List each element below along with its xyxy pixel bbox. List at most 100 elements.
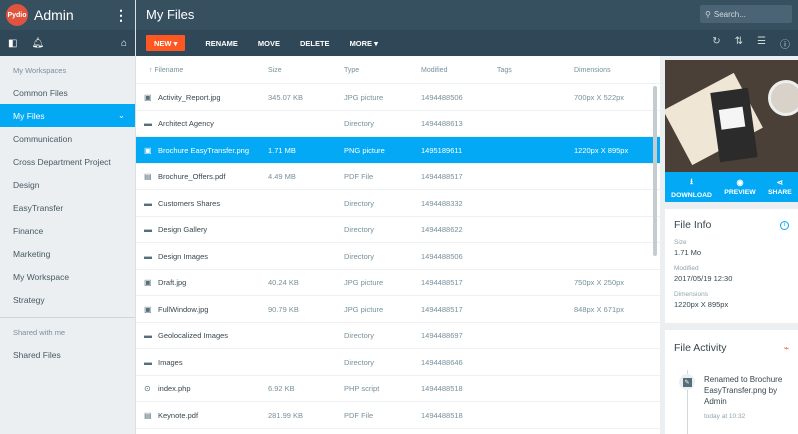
cell-type: Directory [344,198,375,208]
cell-type: JPG picture [344,92,384,102]
sidebar-item-my-workspace[interactable]: My Workspace [0,265,135,288]
pdf-file-icon: ▤ [144,172,152,181]
download-label: DOWNLOAD [671,191,712,199]
preview-button[interactable]: ◉ PREVIEW [724,178,755,196]
info-icon[interactable]: ⓘ [780,36,790,51]
table-row[interactable]: ▣ Draft.jpg 40.24 KB JPG picture 1494488517 7… [136,270,660,296]
table-row[interactable]: ▬ Architect Agency Directory 1494488613 [136,111,660,137]
folder-icon: ▬ [144,119,152,128]
table-row[interactable]: ▣ Brochure EasyTransfer.png 1.71 MB PNG pic… [136,137,660,164]
sidebar-item-label: EasyTransfer [13,202,64,213]
cell-type: PNG picture [344,145,385,155]
cell-filename: ▤ Brochure_Offers.pdf [144,164,225,190]
file-list: ↑ Filename Size Type Modified Tags Dimen… [136,56,660,434]
cell-modified: 1494488622 [421,225,463,234]
sidebar-item-shared-files[interactable]: Shared Files [0,343,135,366]
delete-button[interactable]: DELETE [300,39,330,48]
cell-type: Directory [344,357,375,367]
cell-modified: 1494488697 [421,331,463,340]
more-vert-icon[interactable]: ⋮ [113,7,129,24]
user-name[interactable]: Admin [34,7,113,23]
file-info-title-text: File Info [674,219,712,231]
cell-size: 345.07 KB [268,92,304,102]
activity-event-text: Renamed to Brochure EasyTransfer.png by … [704,375,783,406]
table-row[interactable]: ⊙ index.php 6.92 KB PHP script 1494488518 [136,376,660,402]
cell-filename: ⊙ index.php [144,376,191,402]
cell-modified: 1494488517 [421,172,463,181]
table-row[interactable]: ▤ Keynote.pdf 281.99 KB PDF File 1494488518 [136,402,660,429]
sidebar-item-strategy[interactable]: Strategy [0,288,135,311]
column-filename[interactable]: ↑ Filename [149,56,183,84]
activity-event-marker: ✎ [679,374,695,390]
list-view-icon[interactable]: ☰ [757,36,766,51]
cell-size: 40.24 KB [268,278,299,287]
view-tools: ↻ ⇅ ☰ ⓘ [712,36,790,51]
table-row[interactable]: ▬ Design Images Directory 1494488506 [136,243,660,270]
cell-modified: 1494488646 [421,357,463,367]
table-row[interactable]: ▣ Activity_Report.jpg 345.07 KB JPG picture… [136,84,660,111]
move-button[interactable]: MOVE [258,39,280,48]
filename-text: index.php [158,384,191,393]
sidebar-item-finance[interactable]: Finance [0,219,135,242]
filename-text: Architect Agency [158,119,214,128]
table-row[interactable]: ▣ FullWindow.jpg 90.79 KB JPG picture 149448… [136,296,660,323]
table-row[interactable]: ▬ Customers Shares Directory 1494488332 [136,190,660,217]
scrollbar[interactable] [653,86,657,256]
column-tags[interactable]: Tags [497,56,512,84]
bell-icon[interactable]: 🔔︎ [31,38,44,49]
sidebar-item-communication[interactable]: Communication [0,127,135,150]
rename-button[interactable]: RENAME [205,39,238,48]
column-filename-label: Filename [154,66,184,74]
sidebar-item-common-files[interactable]: Common Files [0,81,135,104]
share-icon: ⋖ [776,178,784,187]
preview-card: ⭳ DOWNLOAD ◉ PREVIEW ⋖ SHARE [665,60,798,202]
rename-icon: ✎ [682,377,692,387]
new-label: NEW [154,38,172,48]
home-icon[interactable]: ⌂ [121,38,127,49]
new-button[interactable]: NEW ▾ [146,35,186,51]
sidebar-item-design[interactable]: Design [0,173,135,196]
shared-header: Shared with me [13,328,66,337]
file-info-title: File Info i [674,219,789,231]
column-size[interactable]: Size [268,56,282,84]
file-preview-image[interactable] [665,60,798,172]
cell-modified: 1494488518 [421,384,463,393]
table-row[interactable]: ▬ Design Gallery Directory 1494488622 [136,217,660,243]
refresh-icon[interactable]: ↻ [712,36,720,51]
info-circle-icon[interactable]: i [780,220,789,230]
preview-actions: ⭳ DOWNLOAD ◉ PREVIEW ⋖ SHARE [665,172,798,202]
sidebar-item-my-files[interactable]: My Files ⌄ [0,104,135,127]
sort-icon[interactable]: ⇅ [735,36,743,51]
column-dimensions[interactable]: Dimensions [574,56,611,84]
download-button[interactable]: ⭳ DOWNLOAD [671,176,712,199]
modified-label: Modified [674,265,699,272]
sidebar-item-cross-department-project[interactable]: Cross Department Project [0,150,135,173]
activity-pulse-icon[interactable]: ⌁ [784,343,789,354]
sidebar-tools: ◧ 🔔︎ ⌂ [0,30,135,56]
search-input[interactable]: ⚲ Search... [700,5,792,23]
filename-text: Brochure_Offers.pdf [158,172,226,181]
sidebar-item-marketing[interactable]: Marketing [0,242,135,265]
table-row[interactable]: ▤ Brochure_Offers.pdf 4.49 MB PDF File 14944… [136,164,660,190]
more-button[interactable]: MORE ▾ [350,39,378,48]
share-button[interactable]: ⋖ SHARE [768,178,792,196]
cell-filename: ▤ Keynote.pdf [144,402,198,428]
filename-text: Keynote.pdf [158,410,199,420]
sidebar-item-label: Shared Files [13,349,61,360]
sidebar-item-easytransfer[interactable]: EasyTransfer [0,196,135,219]
chevron-down-icon[interactable]: ⌄ [118,110,125,121]
sidebar-toggle-icon[interactable]: ◧ [8,38,17,49]
cell-modified: 1494488517 [421,278,463,287]
cell-dimensions: 700px X 522px [574,92,625,102]
cell-type: Directory [344,225,375,234]
column-type[interactable]: Type [344,56,359,84]
table-row[interactable]: ▬ Geolocalized Images Directory 1494488697 [136,323,660,349]
table-row[interactable]: ▬ Images Directory 1494488646 [136,349,660,376]
cell-filename: ▬ Design Images [144,243,208,269]
modified-value: 2017/05/19 12:30 [674,274,733,283]
cell-modified: 1494488613 [421,119,463,128]
column-modified[interactable]: Modified [421,56,447,84]
folder-icon: ▬ [144,357,152,367]
cell-dimensions: 1220px X 895px [574,145,629,155]
cell-modified: 1495189611 [421,145,463,155]
